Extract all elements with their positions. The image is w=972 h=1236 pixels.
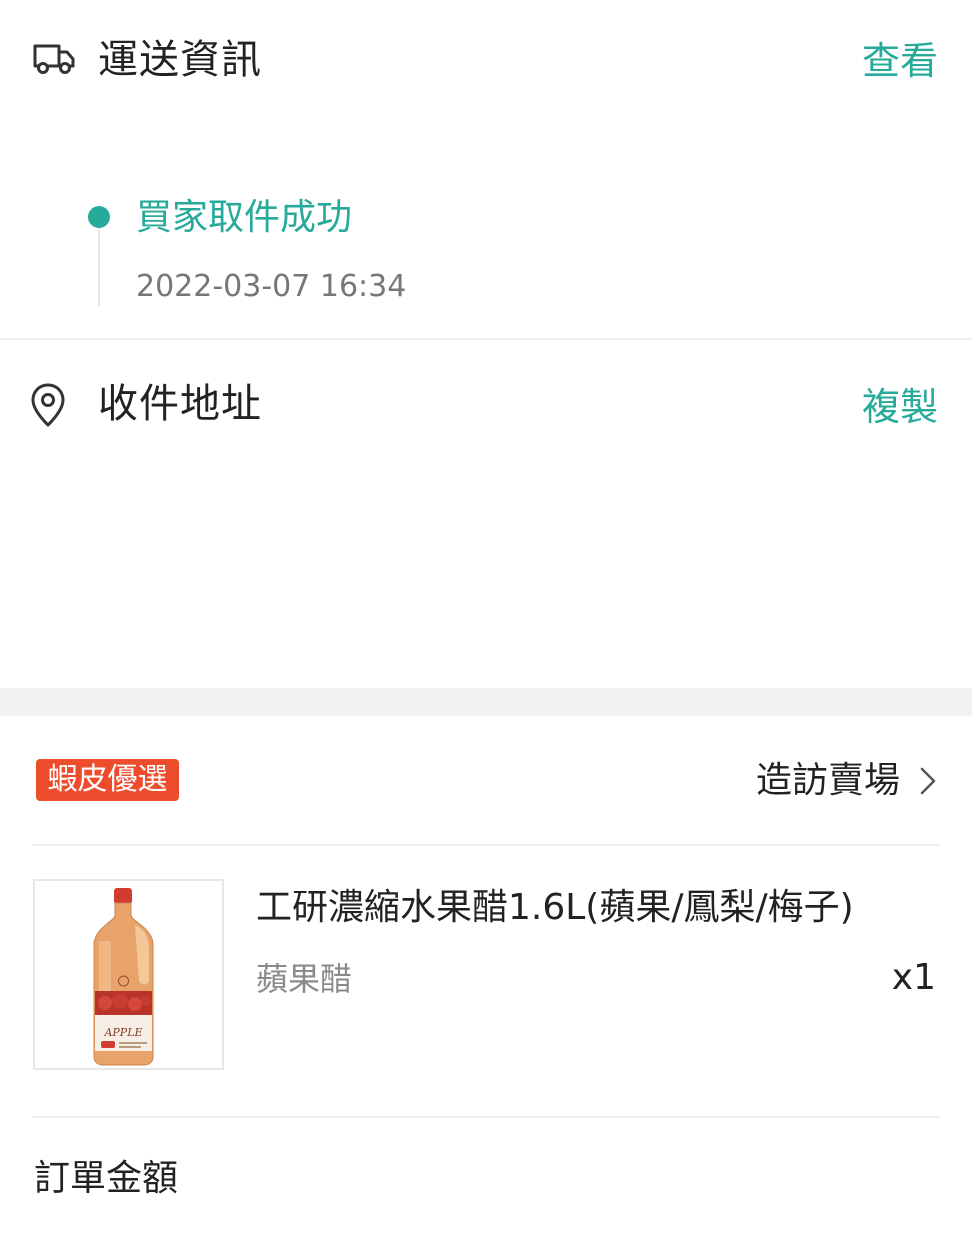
visit-shop-label: 造訪賣場 (755, 760, 900, 801)
copy-address-button[interactable]: 複製 (862, 388, 938, 426)
timeline-line (98, 228, 100, 306)
view-shipping-button[interactable]: 查看 (862, 42, 938, 80)
vinegar-bottle-image: APPLE (93, 888, 154, 1066)
bottle-label-text: APPLE (103, 1026, 142, 1039)
product-divider (32, 1116, 940, 1118)
order-total-label: 訂單金額 (34, 1158, 179, 1199)
section-divider (0, 338, 972, 340)
chevron-right-icon (920, 767, 936, 795)
location-pin-icon (30, 382, 66, 428)
product-variant: 蘋果醋 (256, 960, 353, 998)
visit-shop-button[interactable]: 造訪賣場 (756, 760, 938, 802)
shipping-status: 買家取件成功 (136, 197, 353, 238)
product-image[interactable]: APPLE (33, 879, 224, 1070)
product-name[interactable]: 工研濃縮水果醋1.6L(蘋果/鳳梨/梅子) (256, 886, 854, 930)
shopee-mall-badge: 蝦皮優選 (36, 759, 179, 801)
shipping-timestamp: 2022-03-07 16:34 (136, 269, 407, 304)
product-quantity: x1 (891, 957, 936, 998)
timeline-dot (88, 206, 110, 228)
address-title: 收件地址 (98, 381, 262, 427)
shop-divider (32, 844, 940, 846)
shipping-info-title: 運送資訊 (98, 37, 262, 83)
section-separator (0, 688, 972, 716)
truck-icon (32, 40, 76, 76)
